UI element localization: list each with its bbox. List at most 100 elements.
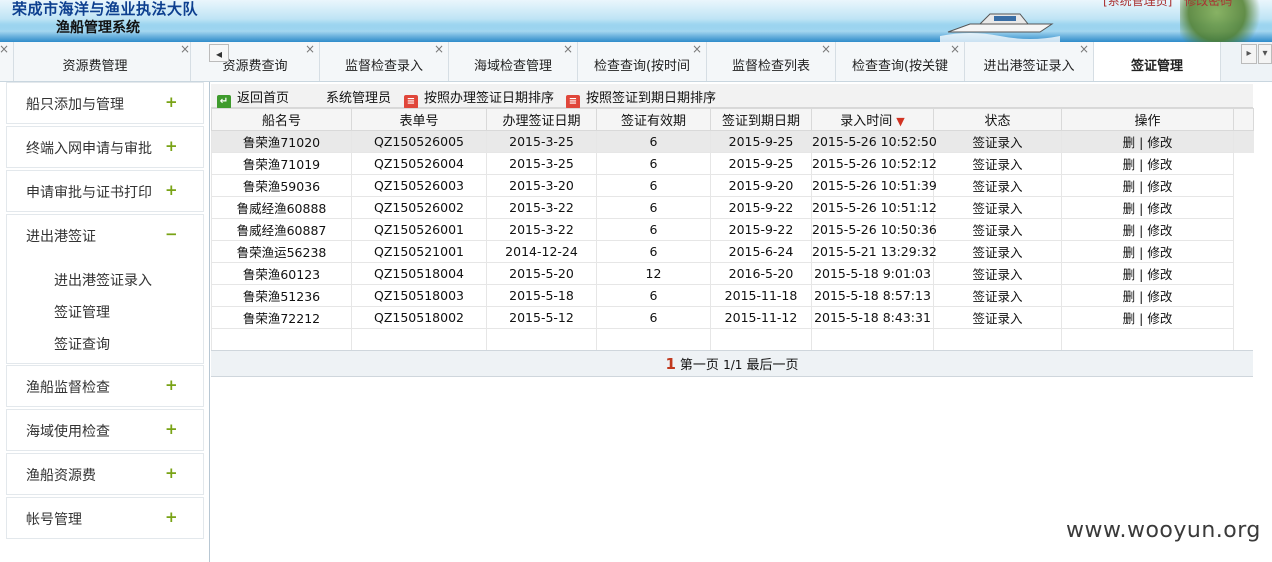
column-header[interactable]: 签证有效期 — [596, 108, 711, 131]
table-cell: 6 — [596, 240, 711, 263]
delete-link[interactable]: 删 | 修改 — [1123, 223, 1173, 238]
table-row[interactable]: 鲁荣渔59036 QZ150526003 2015-3-20 6 2015-9-20 20… — [211, 174, 1254, 197]
tab-label: 检查查询(按时间 — [593, 59, 691, 74]
sidebar-item-certificate-print[interactable]: 申请审批与证书打印 + — [6, 170, 204, 212]
tab-close-icon[interactable]: × — [1079, 42, 1089, 56]
sidebar-item-label: 渔船资源费 — [26, 468, 96, 484]
table-row-empty — [211, 328, 1254, 351]
tab-scroll-left-icon[interactable]: ◂ — [209, 44, 229, 62]
table-row[interactable]: 鲁荣渔60123 QZ150518004 2015-5-20 12 2016-5-20 2… — [211, 262, 1254, 285]
tab-supervision-list[interactable]: 监督检查列表 × — [707, 42, 836, 81]
sort-by-handle-date-button[interactable]: ≡ 按照办理签证日期排序 — [404, 87, 554, 109]
sidebar-item-terminal-network[interactable]: 终端入网申请与审批 + — [6, 126, 204, 168]
change-password-link[interactable]: 修改密码 — [1184, 0, 1232, 8]
table-cell: 6 — [596, 174, 711, 197]
first-page-link[interactable]: 第一页 — [680, 358, 719, 373]
tab-port-visa-entry[interactable]: 进出港签证录入 × — [965, 42, 1094, 81]
tab-menu-icon[interactable]: ▾ — [1258, 44, 1272, 64]
expand-plus-icon[interactable]: + — [165, 93, 178, 111]
sidebar-item-ship-supervision[interactable]: 渔船监督检查 + — [6, 365, 204, 407]
sort-by-expire-date-button[interactable]: ≡ 按照签证到期日期排序 — [566, 87, 716, 109]
toolbar: ↵ 返回首页 系统管理员 ≡ 按照办理签证日期排序 ≡ 按照签证到期日期排序 — [211, 84, 1253, 109]
watermark: www.wooyun.org — [1066, 518, 1261, 543]
table-cell: 签证录入 — [933, 152, 1062, 175]
sidebar-item-label: 海域使用检查 — [26, 424, 110, 440]
table-row[interactable]: 鲁荣渔71020 QZ150526005 2015-3-25 6 2015-9-25 20… — [211, 130, 1254, 153]
tab-inspection-query-time[interactable]: 检查查询(按时间 × — [578, 42, 707, 81]
expand-plus-icon[interactable]: + — [165, 181, 178, 199]
table-row[interactable]: 鲁荣渔51236 QZ150518003 2015-5-18 6 2015-11-18 2… — [211, 284, 1254, 307]
sidebar-subitem-visa-management[interactable]: 签证管理 — [54, 302, 110, 322]
tab-resource-fee-management[interactable]: 资源费管理 × — [14, 42, 191, 81]
table-cell: 2014-12-24 — [486, 240, 597, 263]
row-actions: 删 | 修改 — [1061, 240, 1234, 263]
sidebar-item-ship-management[interactable]: 船只添加与管理 + — [6, 82, 204, 124]
expand-plus-icon[interactable]: + — [165, 137, 178, 155]
table-cell: 2015-5-26 10:51:12 — [811, 196, 937, 219]
sidebar-subitem-visa-query[interactable]: 签证查询 — [54, 334, 110, 354]
table-cell: 鲁威经渔60888 — [211, 196, 352, 219]
home-button[interactable]: ↵ 返回首页 — [217, 87, 289, 109]
column-header[interactable]: 船名号 — [211, 108, 352, 131]
collapse-minus-icon[interactable]: − — [165, 225, 178, 243]
table-cell: 签证录入 — [933, 306, 1062, 329]
column-header-sorted[interactable]: 录入时间 ▼ — [811, 108, 934, 131]
delete-link[interactable]: 删 | 修改 — [1123, 267, 1173, 282]
tab-close-icon[interactable]: × — [821, 42, 831, 56]
top-links: [系统管理员] 修改密码 — [1103, 0, 1240, 9]
delete-link[interactable]: 删 | 修改 — [1123, 201, 1173, 216]
column-header[interactable]: 签证到期日期 — [710, 108, 812, 131]
table-row[interactable]: 鲁荣渔72212 QZ150518002 2015-5-12 6 2015-11-12 2… — [211, 306, 1254, 329]
delete-link[interactable]: 删 | 修改 — [1123, 245, 1173, 260]
tab-supervision-entry[interactable]: 监督检查录入 × — [320, 42, 449, 81]
tab-close-icon[interactable]: × — [950, 42, 960, 56]
delete-link[interactable]: 删 | 修改 — [1123, 311, 1173, 326]
row-actions: 删 | 修改 — [1061, 306, 1234, 329]
table-row[interactable]: 鲁荣渔71019 QZ150526004 2015-3-25 6 2015-9-25 20… — [211, 152, 1254, 175]
home-icon: ↵ — [217, 95, 231, 109]
tab-visa-management[interactable]: 签证管理 — [1094, 42, 1221, 81]
table-cell: QZ150518004 — [351, 262, 487, 285]
column-header[interactable]: 状态 — [933, 108, 1062, 131]
delete-link[interactable]: 删 | 修改 — [1123, 157, 1173, 172]
user-role-link[interactable]: [系统管理员] — [1103, 0, 1172, 8]
sidebar-item-sea-area-use[interactable]: 海域使用检查 + — [6, 409, 204, 451]
tab-sea-area-inspection[interactable]: 海域检查管理 × — [449, 42, 578, 81]
home-button-label: 返回首页 — [237, 91, 290, 106]
sidebar-subitem-visa-entry[interactable]: 进出港签证录入 — [54, 270, 152, 290]
last-page-link[interactable]: 最后一页 — [747, 358, 799, 373]
expand-plus-icon[interactable]: + — [165, 420, 178, 438]
table-cell: 6 — [596, 130, 711, 153]
tab-close-icon[interactable]: × — [305, 42, 315, 56]
expand-plus-icon[interactable]: + — [165, 464, 178, 482]
tab-close-icon[interactable]: × — [434, 42, 444, 56]
tab-close-icon[interactable]: × — [692, 42, 702, 56]
tab-close-icon[interactable]: × — [180, 42, 190, 56]
tab-close-icon[interactable]: × — [563, 42, 573, 56]
column-header[interactable]: 操作 — [1061, 108, 1234, 131]
table-cell: 签证录入 — [933, 196, 1062, 219]
sidebar-item-account-management[interactable]: 帐号管理 + — [6, 497, 204, 539]
delete-link[interactable]: 删 | 修改 — [1123, 289, 1173, 304]
delete-link[interactable]: 删 | 修改 — [1123, 135, 1173, 150]
sidebar-item-resource-fee[interactable]: 渔船资源费 + — [6, 453, 204, 495]
expand-plus-icon[interactable]: + — [165, 376, 178, 394]
current-page[interactable]: 1 — [665, 355, 675, 373]
table-row[interactable]: 鲁威经渔60887 QZ150526001 2015-3-22 6 2015-9-22 2… — [211, 218, 1254, 241]
tab-close-icon[interactable]: × — [0, 42, 9, 56]
table-cell: 2015-5-18 8:43:31 — [811, 306, 934, 329]
table-cell: 签证录入 — [933, 174, 1062, 197]
tab-inspection-query-keyword[interactable]: 检查查询(按关键 × — [836, 42, 965, 81]
tab-partial[interactable]: 入 × — [0, 42, 14, 81]
sea-wave-decoration — [0, 24, 1272, 42]
table-cell — [596, 328, 711, 351]
table-row[interactable]: 鲁荣渔运56238 QZ150521001 2014-12-24 6 2015-6-24… — [211, 240, 1254, 263]
table-cell: 2015-9-25 — [710, 130, 812, 153]
visa-table: 船名号 表单号 办理签证日期 签证有效期 签证到期日期 录入时间 ▼ 状态 操作 … — [211, 108, 1254, 351]
column-header[interactable]: 表单号 — [351, 108, 487, 131]
table-row[interactable]: 鲁威经渔60888 QZ150526002 2015-3-22 6 2015-9-22 2… — [211, 196, 1254, 219]
tab-scroll-right-icon[interactable]: ▸ — [1241, 44, 1257, 64]
delete-link[interactable]: 删 | 修改 — [1123, 179, 1173, 194]
column-header[interactable]: 办理签证日期 — [486, 108, 597, 131]
expand-plus-icon[interactable]: + — [165, 508, 178, 526]
